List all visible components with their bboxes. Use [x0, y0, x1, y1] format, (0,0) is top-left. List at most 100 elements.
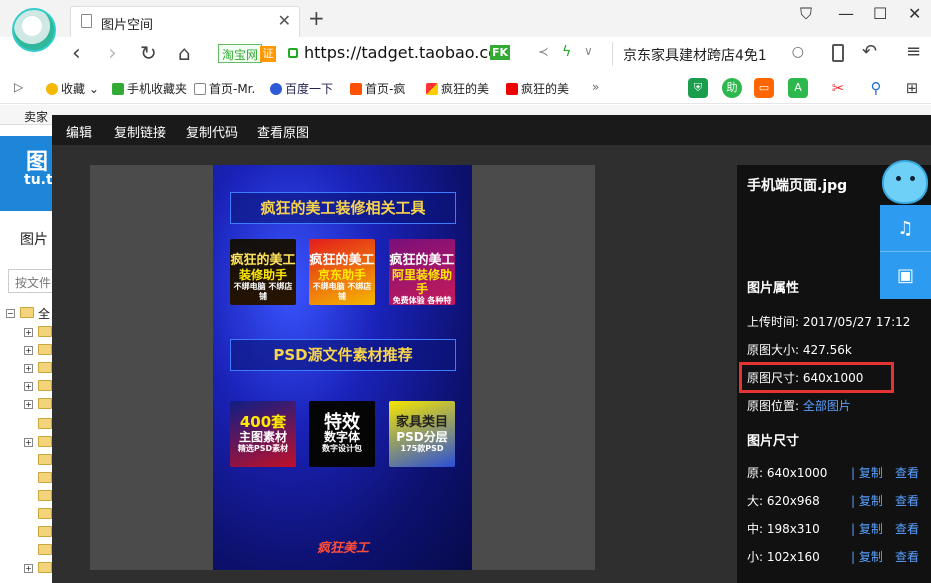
share-icon[interactable]: ≺ [538, 45, 549, 60]
apps-icon[interactable]: ⊞ [902, 78, 922, 98]
undo-icon[interactable]: ↶ [862, 41, 877, 62]
search-text: 京东家具建材跨店4免1 [623, 48, 767, 64]
bookmark-item[interactable]: 收藏 ⌄ [46, 80, 99, 97]
folder-icon[interactable] [38, 508, 52, 519]
preview-image[interactable]: 疯狂的美工装修相关工具 疯狂的美工 装修助手 不绑电脑 不绑店铺 疯狂的美工 京东助手… [213, 165, 472, 570]
expand-icon[interactable]: + [24, 364, 33, 373]
expand-icon[interactable]: + [24, 564, 33, 573]
seller-label[interactable]: 卖家 [24, 108, 48, 125]
home-icon[interactable]: ⌂ [178, 41, 191, 65]
expand-icon[interactable]: + [24, 346, 33, 355]
menu-icon[interactable]: ≡ [906, 41, 921, 62]
size-row: 中: 198x310 [747, 522, 820, 536]
translate-icon[interactable]: A [788, 78, 808, 98]
baidu-icon [270, 83, 282, 95]
new-tab-icon[interactable]: + [308, 6, 325, 30]
maximize-icon[interactable]: ☐ [873, 4, 887, 23]
taobao-icon [350, 83, 362, 95]
asset-thumb: 400套 主图素材 精选PSD素材 [230, 401, 296, 467]
bookmark-item[interactable]: 疯狂的美 [506, 80, 569, 97]
shield-icon[interactable]: ⛨ [688, 78, 708, 98]
copy-link[interactable]: | 复制 [851, 520, 883, 537]
view-link[interactable]: 查看 [895, 464, 919, 481]
tab-bar: 图片空间 ✕ + ⛉ — ☐ ✕ [0, 0, 931, 37]
folder-icon[interactable] [38, 526, 52, 537]
folder-icon[interactable] [38, 436, 52, 447]
sidebar-toggle-icon[interactable]: ▷ [14, 80, 23, 94]
location-link[interactable]: 全部图片 [803, 399, 851, 413]
lightning-icon[interactable]: ϟ [562, 44, 571, 60]
avatar[interactable] [12, 8, 56, 52]
folder-icon[interactable] [38, 562, 52, 573]
expand-icon[interactable]: + [24, 382, 33, 391]
lock-icon [288, 48, 298, 58]
copy-link[interactable]: | 复制 [851, 492, 883, 509]
search-input[interactable]: 京东家具建材跨店4免1 ○ [612, 42, 812, 66]
floating-actions: ♫ ▣ [880, 205, 931, 299]
view-original-button[interactable]: 查看原图 [257, 122, 309, 141]
size-row: 原: 640x1000 [747, 466, 828, 480]
minimize-icon[interactable]: — [838, 4, 854, 23]
expand-icon[interactable]: + [24, 400, 33, 409]
site-logo[interactable]: 图 tu.t [0, 136, 53, 211]
browser-tab[interactable]: 图片空间 ✕ [70, 6, 300, 37]
address-bar: ‹ › ↻ ⌂ 淘宝网 证 https://tadget.taobao.cc F… [0, 37, 931, 72]
expand-icon[interactable]: + [24, 438, 33, 447]
site-tag: 淘宝网 [218, 44, 263, 63]
folder-icon[interactable] [38, 362, 52, 373]
edit-button[interactable]: 编辑 [66, 122, 92, 141]
expand-icon[interactable]: + [24, 328, 33, 337]
chat-icon[interactable]: ▣ [880, 252, 931, 299]
close-tab-icon[interactable]: ✕ [278, 11, 291, 30]
folder-icon[interactable] [38, 344, 52, 355]
tv-icon[interactable]: ▭ [754, 78, 774, 98]
folder-icon[interactable] [20, 307, 34, 318]
folder-icon[interactable] [38, 472, 52, 483]
reload-icon[interactable]: ↻ [140, 41, 157, 65]
bookmark-item[interactable]: 疯狂的美 [426, 80, 489, 97]
forward-icon[interactable]: › [108, 41, 117, 66]
back-icon[interactable]: ‹ [72, 41, 81, 66]
folder-icon[interactable] [38, 490, 52, 501]
more-bookmarks-icon[interactable]: » [592, 80, 599, 94]
bookmark-item[interactable]: 首页-疯 [350, 80, 405, 97]
view-link[interactable]: 查看 [895, 520, 919, 537]
folder-icon[interactable] [38, 326, 52, 337]
copy-code-button[interactable]: 复制代码 [186, 122, 238, 141]
search-icon[interactable]: ⚲ [866, 78, 886, 98]
mascot-icon[interactable] [882, 160, 928, 204]
jd-icon [506, 83, 518, 95]
help-icon[interactable]: 助 [722, 78, 742, 98]
copy-link[interactable]: | 复制 [851, 464, 883, 481]
search-icon[interactable]: ○ [792, 44, 804, 60]
collapse-icon[interactable]: − [6, 309, 15, 318]
bookmark-item[interactable]: 百度一下 [270, 80, 333, 97]
bell-icon[interactable]: ♫ [880, 205, 931, 252]
folder-icon[interactable] [38, 544, 52, 555]
size-row: 小: 102x160 [747, 550, 820, 564]
tool-thumb: 疯狂的美工 装修助手 不绑电脑 不绑店铺 [230, 239, 296, 305]
close-window-icon[interactable]: ✕ [908, 4, 921, 23]
view-link[interactable]: 查看 [895, 492, 919, 509]
folder-icon[interactable] [38, 418, 52, 429]
star-icon [46, 83, 58, 95]
bookmark-item[interactable]: 首页-Mr. [194, 80, 255, 97]
folder-icon[interactable] [38, 454, 52, 465]
fk-badge[interactable]: FK [490, 45, 511, 60]
url-text: https://tadget.taobao.cc [304, 43, 497, 62]
copy-link-button[interactable]: 复制链接 [114, 122, 166, 141]
phone-icon[interactable] [832, 44, 844, 62]
pic-space-label: 图片 [20, 232, 48, 248]
view-link[interactable]: 查看 [895, 548, 919, 565]
folder-icon[interactable] [38, 380, 52, 391]
flag-icon [426, 83, 438, 95]
shirt-icon[interactable]: ⛉ [800, 4, 812, 24]
file-search-input[interactable]: 按文件 [8, 269, 54, 293]
file-name: 手机端页面.jpg [747, 178, 848, 194]
scissors-icon[interactable]: ✂ [828, 78, 848, 98]
tree-root-label[interactable]: 全 [38, 305, 50, 322]
bookmark-item[interactable]: 手机收藏夹 [112, 80, 187, 97]
copy-link[interactable]: | 复制 [851, 548, 883, 565]
folder-icon[interactable] [38, 398, 52, 409]
chevron-down-icon[interactable]: ∨ [584, 44, 593, 58]
